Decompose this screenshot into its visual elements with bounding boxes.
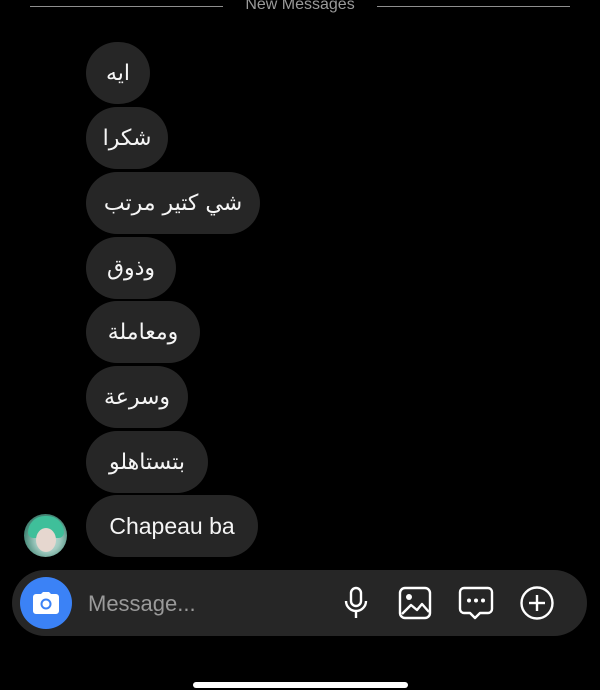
message-composer (12, 570, 587, 636)
sender-avatar[interactable] (24, 514, 67, 557)
sticker-button[interactable] (458, 585, 494, 621)
sticker-icon (458, 586, 494, 620)
message-bubble[interactable]: شكرا (86, 107, 168, 169)
microphone-button[interactable] (338, 585, 374, 621)
camera-button[interactable] (20, 577, 72, 629)
message-bubble[interactable]: ايه (86, 42, 150, 104)
microphone-icon (344, 586, 368, 618)
message-bubble[interactable]: وذوق (86, 237, 176, 299)
gallery-button[interactable] (397, 585, 433, 621)
message-bubble[interactable]: ومعاملة (86, 301, 200, 363)
new-messages-divider: New Messages (0, 0, 600, 14)
divider-line-left (30, 6, 223, 7)
gallery-icon (398, 586, 432, 620)
camera-icon (33, 592, 59, 614)
plus-icon (520, 586, 554, 620)
message-bubble[interactable]: بتستاهلو (86, 431, 208, 493)
message-bubble[interactable]: وسرعة (86, 366, 188, 428)
message-input[interactable] (86, 585, 330, 623)
avatar-face (36, 528, 56, 552)
new-messages-label: New Messages (245, 0, 355, 13)
message-bubble[interactable]: شي كتير مرتب (86, 172, 260, 234)
home-indicator (193, 682, 408, 688)
divider-line-right (377, 6, 570, 7)
add-button[interactable] (519, 585, 555, 621)
message-bubble[interactable]: Chapeau ba (86, 495, 258, 557)
